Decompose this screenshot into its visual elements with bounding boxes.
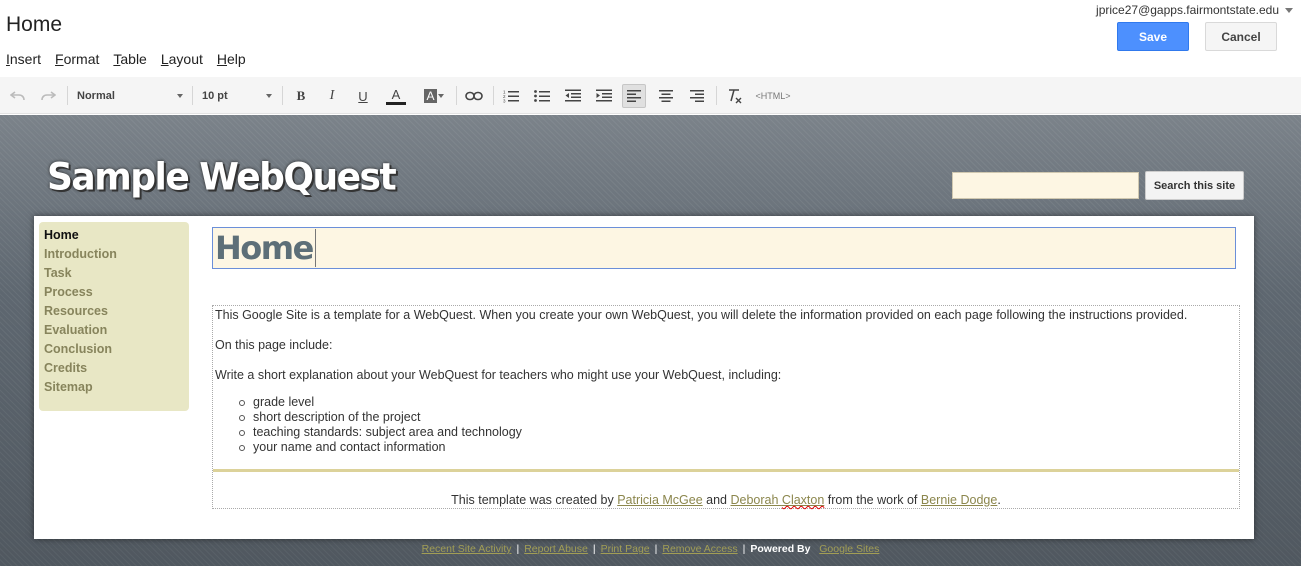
remove-access-link[interactable]: Remove Access <box>662 543 737 555</box>
recent-activity-link[interactable]: Recent Site Activity <box>422 543 512 555</box>
bullet-list: grade level short description of the pro… <box>239 395 522 455</box>
font-size-dropdown[interactable]: 10 pt <box>202 85 272 107</box>
sidebar-item-task[interactable]: Task <box>44 266 189 285</box>
chevron-down-icon <box>177 94 183 98</box>
toolbar-divider <box>456 86 457 105</box>
toolbar-divider <box>716 86 717 105</box>
menu-bar: Insert Format Table Layout Help <box>6 51 260 67</box>
page-heading-field[interactable]: Home <box>212 227 1236 269</box>
link-icon[interactable] <box>463 85 485 107</box>
search-button[interactable]: Search this site <box>1145 171 1244 200</box>
cancel-button[interactable]: Cancel <box>1205 22 1277 51</box>
bulleted-list-icon[interactable] <box>532 85 552 107</box>
page-heading: Home <box>215 229 316 267</box>
site-title: Sample WebQuest <box>47 155 397 200</box>
explanation-paragraph: Write a short explanation about your Web… <box>215 368 782 382</box>
menu-format[interactable]: Format <box>55 51 99 67</box>
sidebar-item-resources[interactable]: Resources <box>44 304 189 323</box>
page-body-editor[interactable]: This Google Site is a template for a Web… <box>212 305 1240 509</box>
instruction-paragraph: On this page include: <box>215 338 333 352</box>
content-panel: Home Introduction Task Process Resources… <box>34 216 1254 539</box>
bold-icon[interactable]: B <box>292 85 310 107</box>
divider <box>213 469 1239 472</box>
menu-layout[interactable]: Layout <box>161 51 203 67</box>
numbered-list-icon[interactable]: 123 <box>501 85 521 107</box>
account-email: jprice27@gapps.fairmontstate.edu <box>1096 3 1279 17</box>
sidebar-item-introduction[interactable]: Introduction <box>44 247 189 266</box>
text-color-icon[interactable]: A <box>384 85 408 107</box>
underline-icon[interactable]: U <box>354 85 372 107</box>
account-menu[interactable]: jprice27@gapps.fairmontstate.edu <box>1096 3 1293 17</box>
toolbar-divider <box>282 86 283 105</box>
clear-formatting-icon[interactable] <box>725 85 745 107</box>
sidebar-item-conclusion[interactable]: Conclusion <box>44 342 189 361</box>
print-page-link[interactable]: Print Page <box>601 543 650 555</box>
align-right-icon[interactable] <box>687 85 707 107</box>
author-link-deborah-claxton[interactable]: Deborah Claxton <box>730 493 824 507</box>
sidebar-item-process[interactable]: Process <box>44 285 189 304</box>
undo-icon[interactable] <box>8 85 28 107</box>
svg-text:3: 3 <box>503 99 506 104</box>
list-item: teaching standards: subject area and tec… <box>239 425 522 439</box>
report-abuse-link[interactable]: Report Abuse <box>524 543 588 555</box>
list-item: short description of the project <box>239 410 522 425</box>
site-area: Sample WebQuest Search this site Home In… <box>0 115 1301 566</box>
list-item: your name and contact information <box>239 440 522 455</box>
toolbar-divider <box>192 86 193 105</box>
intro-paragraph: This Google Site is a template for a Web… <box>215 308 1188 322</box>
menu-insert[interactable]: Insert <box>6 51 41 67</box>
align-center-icon[interactable] <box>656 85 676 107</box>
credit-line: This template was created by Patricia Mc… <box>451 493 1001 507</box>
chevron-down-icon <box>266 94 272 98</box>
page-title: Home <box>6 13 63 36</box>
paragraph-style-dropdown[interactable]: Normal <box>77 85 183 107</box>
powered-by-label: Powered By <box>750 543 811 555</box>
google-sites-link[interactable]: Google Sites <box>819 543 879 555</box>
formatting-toolbar: Normal 10 pt B I U A A 123 <HTML> <box>0 77 1301 114</box>
html-button[interactable]: <HTML> <box>755 85 791 107</box>
sidebar-item-evaluation[interactable]: Evaluation <box>44 323 189 342</box>
sidebar-item-home[interactable]: Home <box>44 228 189 247</box>
highlight-color-icon[interactable]: A <box>422 85 446 107</box>
list-item: grade level <box>239 395 522 410</box>
align-left-icon[interactable] <box>622 84 646 108</box>
toolbar-divider <box>67 86 68 105</box>
author-link-patricia-mcgee[interactable]: Patricia McGee <box>617 493 702 507</box>
save-button[interactable]: Save <box>1117 22 1189 51</box>
author-link-bernie-dodge[interactable]: Bernie Dodge <box>921 493 997 507</box>
menu-help[interactable]: Help <box>217 51 246 67</box>
indent-icon[interactable] <box>594 85 614 107</box>
search-input[interactable] <box>952 172 1139 199</box>
site-footer: Recent Site Activity | Report Abuse | Print … <box>421 543 880 555</box>
toolbar-divider <box>493 86 494 105</box>
redo-icon[interactable] <box>38 85 58 107</box>
sidebar-item-sitemap[interactable]: Sitemap <box>44 380 189 399</box>
sidebar-nav: Home Introduction Task Process Resources… <box>39 222 189 411</box>
menu-table[interactable]: Table <box>113 51 146 67</box>
italic-icon[interactable]: I <box>323 85 341 107</box>
outdent-icon[interactable] <box>563 85 583 107</box>
chevron-down-icon <box>1285 7 1293 13</box>
sidebar-item-credits[interactable]: Credits <box>44 361 189 380</box>
